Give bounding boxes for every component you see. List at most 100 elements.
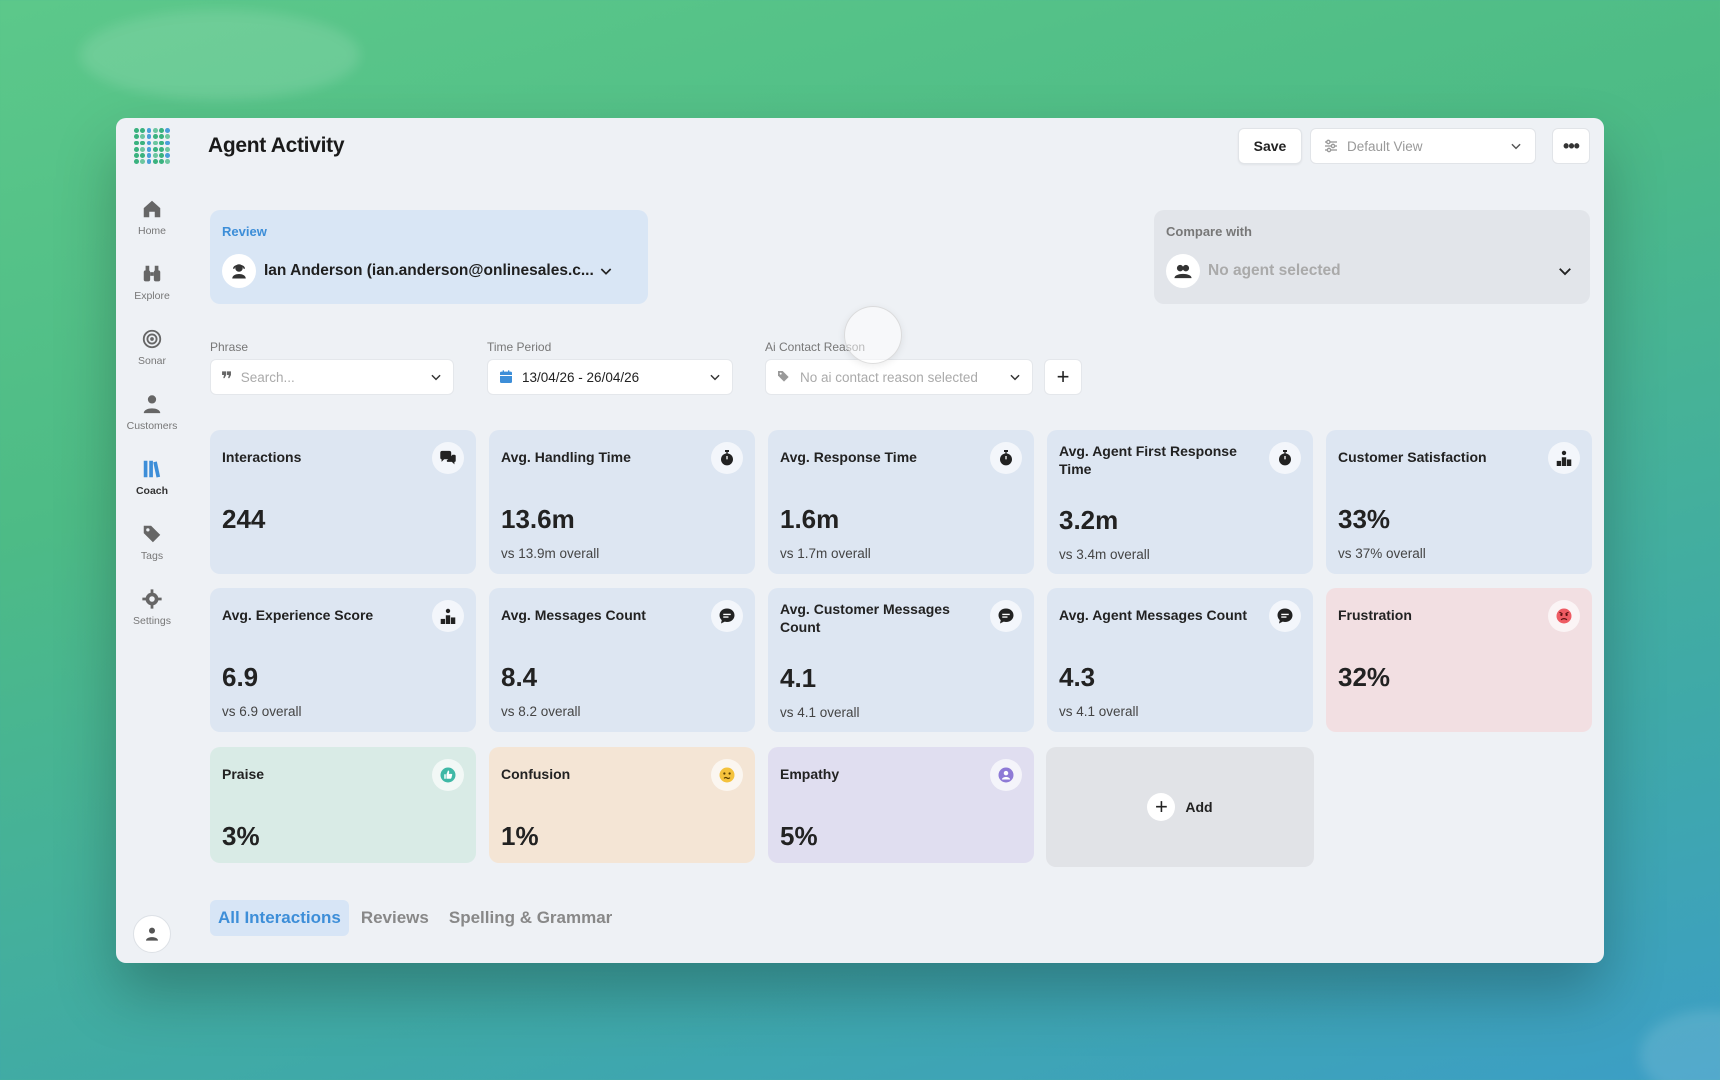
- card-value: 244: [222, 504, 266, 534]
- card-comparison: vs 4.1 overall: [780, 705, 860, 720]
- compare-panel: Compare with No agent selected: [1154, 210, 1590, 304]
- card-comparison: vs 4.1 overall: [1059, 704, 1139, 719]
- card-value: 5%: [780, 821, 818, 851]
- empathy-icon: [990, 759, 1022, 791]
- agent-avatar: [222, 254, 256, 288]
- chevron-down-icon: [431, 374, 441, 381]
- plus-icon: +: [1147, 793, 1176, 821]
- metric-card-avg-agent-messages-count[interactable]: Avg. Agent Messages Count 4.3 vs 4.1 ove…: [1047, 588, 1313, 732]
- metric-card-avg-agent-first-response-time[interactable]: Avg. Agent First Response Time 3.2m vs 3…: [1047, 430, 1313, 574]
- metric-card-empathy[interactable]: Empathy 5%: [768, 747, 1034, 863]
- user-avatar[interactable]: [133, 915, 171, 953]
- sidebar-item-customers[interactable]: Customers: [116, 393, 188, 432]
- card-comparison: vs 6.9 overall: [222, 704, 302, 719]
- stopwatch-icon: [711, 442, 743, 474]
- time-period-select[interactable]: 13/04/26 - 26/04/26: [487, 359, 733, 395]
- metric-card-avg-response-time[interactable]: Avg. Response Time 1.6m vs 1.7m overall: [768, 430, 1034, 574]
- message-icon: [1269, 600, 1301, 632]
- view-select-label: Default View: [1347, 138, 1423, 154]
- review-label: Review: [222, 224, 267, 239]
- sidebar-item-sonar[interactable]: Sonar: [116, 328, 188, 367]
- calendar-icon: [500, 370, 512, 383]
- quote-icon: ❞: [221, 369, 233, 391]
- metric-card-avg-messages-count[interactable]: Avg. Messages Count 8.4 vs 8.2 overall: [489, 588, 755, 732]
- compare-agent-select[interactable]: No agent selected: [1166, 254, 1574, 288]
- review-agent-select[interactable]: Ian Anderson (ian.anderson@onlinesales.c…: [222, 254, 632, 288]
- sidebar-item-label: Explore: [134, 290, 170, 302]
- card-comparison: vs 13.9m overall: [501, 546, 600, 561]
- chevron-down-icon: [710, 374, 720, 381]
- tab-spelling-grammar[interactable]: Spelling & Grammar: [441, 900, 620, 936]
- binoculars-icon: [143, 265, 161, 282]
- card-title: Avg. Agent First Response Time: [1059, 443, 1237, 477]
- background-blob: [1640, 1010, 1720, 1080]
- mouse-cursor-indicator: [844, 306, 902, 364]
- sidebar-item-home[interactable]: Home: [116, 198, 188, 237]
- card-value: 1%: [501, 821, 539, 851]
- card-title: Avg. Response Time: [780, 449, 917, 465]
- sliders-icon: [1325, 139, 1337, 153]
- card-title: Avg. Handling Time: [501, 449, 631, 465]
- card-value: 3.2m: [1059, 505, 1119, 535]
- metric-card-avg-handling-time[interactable]: Avg. Handling Time 13.6m vs 13.9m overal…: [489, 430, 755, 574]
- contact-reason-select[interactable]: No ai contact reason selected: [765, 359, 1033, 395]
- angry-face-icon: [1548, 600, 1580, 632]
- sidebar-item-label: Coach: [135, 485, 169, 497]
- card-title: Praise: [222, 766, 265, 782]
- more-options-button[interactable]: •••: [1552, 128, 1590, 164]
- view-select[interactable]: Default View: [1310, 128, 1536, 164]
- thumbs-up-icon: [432, 759, 464, 791]
- metric-card-interactions[interactable]: Interactions 244: [210, 430, 476, 574]
- add-filter-button[interactable]: +: [1044, 359, 1082, 395]
- card-value: 8.4: [501, 662, 538, 692]
- card-comparison: vs 1.7m overall: [780, 546, 871, 561]
- card-value: 32%: [1338, 662, 1391, 692]
- phrase-label: Phrase: [210, 340, 249, 354]
- person-icon: [146, 927, 158, 941]
- time-period-label: Time Period: [487, 340, 552, 354]
- sidebar-item-coach[interactable]: Coach: [116, 458, 188, 497]
- chevron-down-icon: [1559, 268, 1571, 276]
- sidebar-item-label: Customers: [126, 420, 178, 432]
- card-comparison: vs 8.2 overall: [501, 704, 581, 719]
- app-logo[interactable]: [134, 128, 170, 164]
- message-icon: [711, 600, 743, 632]
- phrase-search-input[interactable]: ❞ Search...: [210, 359, 454, 395]
- card-title: Avg. Agent Messages Count: [1059, 607, 1247, 623]
- agents-icon: [1174, 264, 1192, 279]
- review-panel: Review Ian Anderson (ian.anderson@online…: [210, 210, 648, 304]
- sidebar-item-tags[interactable]: Tags: [116, 523, 188, 562]
- stopwatch-icon: [990, 442, 1022, 474]
- time-period-value: 13/04/26 - 26/04/26: [522, 369, 640, 385]
- page-title: Agent Activity: [208, 134, 345, 157]
- metric-card-avg-customer-messages-count[interactable]: Avg. Customer Messages Count 4.1 vs 4.1 …: [768, 588, 1034, 732]
- tabs: All Interactions Reviews Spelling & Gram…: [210, 900, 624, 936]
- review-agent-name: Ian Anderson (ian.anderson@onlinesales.c…: [264, 262, 594, 279]
- metric-card-frustration[interactable]: Frustration 32%: [1326, 588, 1592, 732]
- card-title: Avg. Messages Count: [501, 607, 646, 623]
- agent-icon: [232, 264, 246, 279]
- books-icon: [143, 460, 161, 478]
- metric-card-avg-experience-score[interactable]: Avg. Experience Score 6.9 vs 6.9 overall: [210, 588, 476, 732]
- agent-avatar: [1166, 254, 1200, 288]
- tag-icon: [143, 525, 161, 543]
- tab-all-interactions[interactable]: All Interactions: [210, 900, 349, 936]
- save-button[interactable]: Save: [1238, 128, 1302, 164]
- sidebar-item-settings[interactable]: Settings: [116, 588, 188, 627]
- chat-bubbles-icon: [432, 442, 464, 474]
- card-title: Frustration: [1338, 607, 1412, 623]
- compare-agent-placeholder: No agent selected: [1208, 262, 1341, 279]
- gear-icon: [142, 589, 162, 609]
- metric-card-customer-satisfaction[interactable]: Customer Satisfaction 33% vs 37% overall: [1326, 430, 1592, 574]
- sidebar-item-label: Sonar: [137, 355, 167, 367]
- card-comparison: vs 37% overall: [1338, 546, 1426, 561]
- metric-card-praise[interactable]: Praise 3%: [210, 747, 476, 863]
- add-metric-card-button[interactable]: + Add: [1046, 747, 1314, 867]
- card-value: 6.9: [222, 662, 259, 692]
- metric-card-confusion[interactable]: Confusion 1%: [489, 747, 755, 863]
- tab-reviews[interactable]: Reviews: [353, 900, 437, 936]
- sidebar: Home Explore Sonar Customers Coach Tags …: [116, 118, 188, 963]
- sidebar-item-explore[interactable]: Explore: [116, 263, 188, 302]
- background-blob: [80, 10, 360, 100]
- card-value: 33%: [1338, 504, 1391, 534]
